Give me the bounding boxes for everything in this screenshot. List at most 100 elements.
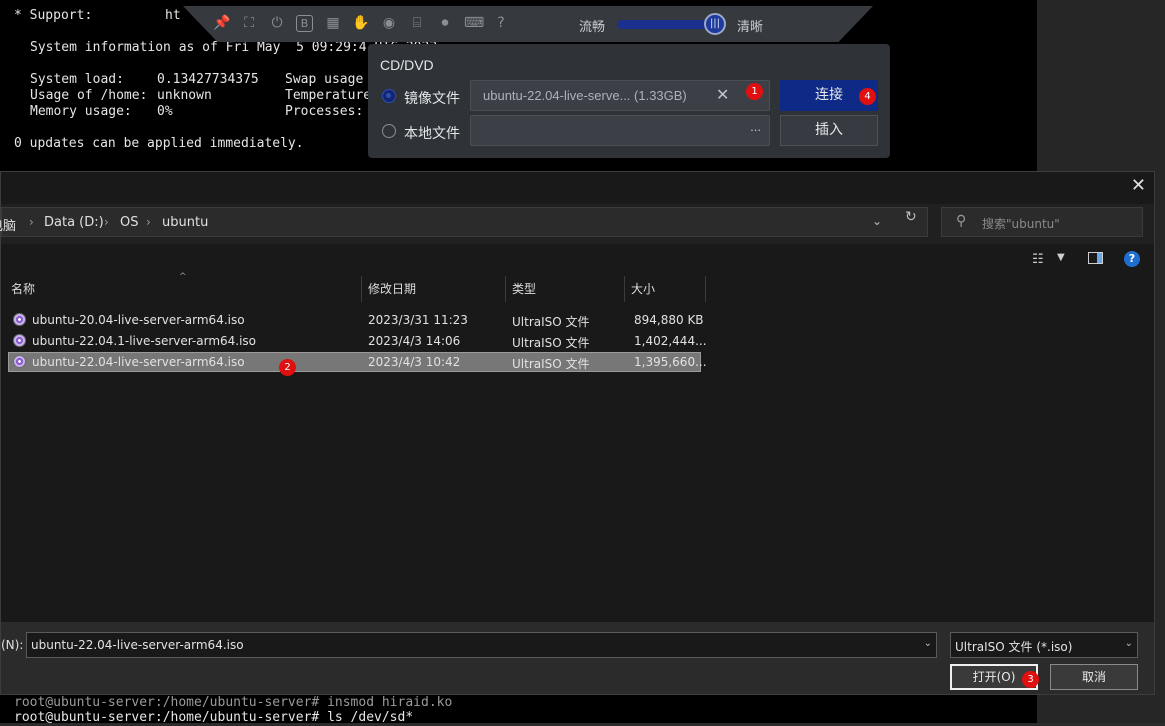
iso-file-icon <box>13 355 26 368</box>
dialog-buttons: 打开(O) 取消 <box>1 662 1154 694</box>
breadcrumb-separator: › <box>104 215 109 229</box>
cd-panel-title: CD/DVD <box>380 57 434 73</box>
chevron-down-icon[interactable]: ⌄ <box>872 214 882 228</box>
support-value: ht <box>165 8 181 23</box>
breadcrumb[interactable]: 电脑 › Data (D:) › OS › ubuntu ⌄ <box>0 207 928 237</box>
filetype-select[interactable]: UltraISO 文件 (*.iso) ⌄ <box>950 632 1138 658</box>
file-date: 2023/4/3 14:06 <box>368 334 461 348</box>
fullscreen-icon[interactable]: ⛶ <box>240 14 258 32</box>
bios-icon[interactable]: B <box>296 15 313 32</box>
record-icon[interactable]: ⏺ <box>436 14 454 32</box>
breadcrumb-separator: › <box>146 215 151 229</box>
insert-button[interactable]: 插入 <box>780 115 878 146</box>
image-file-radio[interactable] <box>382 89 396 103</box>
pin-icon[interactable]: 📌 <box>213 14 231 32</box>
close-icon[interactable]: ✕ <box>1131 175 1146 196</box>
filename-value: ubuntu-22.04-live-server-arm64.iso <box>31 638 244 652</box>
media-icon[interactable]: ▦ <box>324 14 342 32</box>
file-type: UltraISO 文件 <box>512 357 590 371</box>
filename-label: (N): <box>1 638 24 652</box>
browse-icon[interactable]: ... <box>750 119 761 134</box>
file-row[interactable]: ubuntu-20.04-live-server-arm64.iso 2023/… <box>8 310 704 330</box>
file-type: UltraISO 文件 <box>512 315 590 329</box>
file-name: ubuntu-20.04-live-server-arm64.iso <box>32 313 245 327</box>
image-file-field[interactable]: ubuntu-22.04-live-serve... (1.33GB) ✕ <box>470 80 770 111</box>
breadcrumb-computer[interactable]: 电脑 <box>0 215 16 234</box>
file-list: ^ 名称 修改日期 类型 大小 ubuntu-20.04-live-server… <box>1 272 1154 622</box>
help-icon[interactable]: ? <box>492 14 510 32</box>
breadcrumb-data-drive[interactable]: Data (D:) <box>44 215 104 230</box>
refresh-icon[interactable]: ↻ <box>905 209 917 225</box>
local-file-radio[interactable] <box>382 124 396 138</box>
swap-label: Swap usage <box>285 72 364 87</box>
quality-clear-label: 清晰 <box>737 20 764 35</box>
file-size: 1,402,444... <box>634 334 707 348</box>
chevron-down-icon[interactable]: ⌄ <box>1125 638 1133 649</box>
image-file-label: 镜像文件 <box>404 91 460 107</box>
cd-dvd-panel: CD/DVD 镜像文件 ubuntu-22.04-live-serve... (… <box>368 44 890 158</box>
terminal-bottom-line-1: root@ubuntu-server:/home/ubuntu-server# … <box>14 695 453 710</box>
search-icon: ⚲ <box>956 213 967 229</box>
support-line: * Support: ht <box>14 8 181 24</box>
filename-row: (N): ubuntu-22.04-live-server-arm64.iso … <box>1 622 1154 662</box>
step-badge-4: 4 <box>859 88 876 105</box>
file-name: ubuntu-22.04-live-server-arm64.iso <box>32 355 245 369</box>
terminal-bottom-line-2: root@ubuntu-server:/home/ubuntu-server# … <box>14 710 414 725</box>
step-badge-2: 2 <box>279 359 296 376</box>
breadcrumb-ubuntu[interactable]: ubuntu <box>162 215 208 230</box>
column-size[interactable]: 大小 <box>625 276 706 302</box>
load-value: 0.13427734375 <box>157 72 259 87</box>
breadcrumb-os[interactable]: OS <box>120 215 138 230</box>
mem-line: Memory usage: 0% Processes: <box>30 104 363 120</box>
column-name[interactable]: 名称 <box>1 276 362 302</box>
local-file-label: 本地文件 <box>404 126 460 142</box>
support-label: * Support: <box>14 8 93 23</box>
file-date: 2023/4/3 10:42 <box>368 355 461 369</box>
local-file-field[interactable]: ... <box>470 115 770 146</box>
home-label: Usage of /home: <box>30 88 148 103</box>
iso-file-icon <box>13 334 26 347</box>
image-file-value: ubuntu-22.04-live-serve... (1.33GB) <box>483 88 687 103</box>
home-value: unknown <box>157 88 212 103</box>
view-options-icon[interactable]: ☷ <box>1032 252 1044 267</box>
disc-icon[interactable]: ◉ <box>380 14 398 32</box>
mouse-icon[interactable]: ✋ <box>352 14 370 32</box>
column-date[interactable]: 修改日期 <box>362 276 506 302</box>
step-badge-1: 1 <box>746 83 763 100</box>
file-size: 894,880 KB <box>634 313 704 327</box>
filename-input[interactable]: ubuntu-22.04-live-server-arm64.iso ⌄ <box>26 632 937 658</box>
search-placeholder: 搜索"ubuntu" <box>982 217 1060 231</box>
file-date: 2023/3/31 11:23 <box>368 313 468 327</box>
column-type[interactable]: 类型 <box>506 276 625 302</box>
help-icon[interactable]: ? <box>1124 251 1140 267</box>
load-line: System load: 0.13427734375 Swap usage <box>30 72 363 88</box>
home-line: Usage of /home: unknown Temperature <box>30 88 371 104</box>
cancel-button[interactable]: 取消 <box>1050 664 1138 690</box>
dialog-titlebar: ✕ <box>1 172 1154 202</box>
search-input[interactable]: ⚲ 搜索"ubuntu" <box>941 207 1143 237</box>
breadcrumb-separator: › <box>29 215 34 229</box>
step-badge-3: 3 <box>1022 671 1039 688</box>
view-toolbar: ☷ ▼ ? <box>1 244 1154 276</box>
file-row-selected[interactable]: ubuntu-22.04-live-server-arm64.iso 2023/… <box>8 352 707 372</box>
file-row[interactable]: ubuntu-22.04.1-live-server-arm64.iso 202… <box>8 331 707 351</box>
iso-file-icon <box>13 313 26 326</box>
load-label: System load: <box>30 72 124 87</box>
chevron-down-icon[interactable]: ⌄ <box>924 638 932 649</box>
proc-label: Processes: <box>285 104 364 119</box>
filetype-value: UltraISO 文件 (*.iso) <box>955 640 1073 654</box>
usb-icon[interactable]: ⌸ <box>408 14 426 32</box>
chevron-down-icon[interactable]: ▼ <box>1057 252 1065 263</box>
clear-icon[interactable]: ✕ <box>716 85 729 104</box>
remote-toolbar: 📌 ⛶ ⏻ B ▦ ✋ ◉ ⌸ ⏺ ⌨ ? 流畅 ||| 清晰 <box>183 6 873 42</box>
preview-pane-icon[interactable] <box>1088 252 1103 264</box>
file-name: ubuntu-22.04.1-live-server-arm64.iso <box>32 334 257 348</box>
file-size: 1,395,660... <box>634 355 707 369</box>
open-file-dialog: ✕ 电脑 › Data (D:) › OS › ubuntu ⌄ ↻ ⚲ 搜索"… <box>0 171 1155 695</box>
temp-label: Temperature <box>285 88 372 103</box>
keyboard-icon[interactable]: ⌨ <box>464 14 484 32</box>
sysinfo-text: System information as of Fri May 5 09:29… <box>30 40 367 55</box>
mem-value: 0% <box>157 104 173 119</box>
power-icon[interactable]: ⏻ <box>268 14 286 32</box>
quality-slider-knob[interactable]: ||| <box>704 13 726 35</box>
